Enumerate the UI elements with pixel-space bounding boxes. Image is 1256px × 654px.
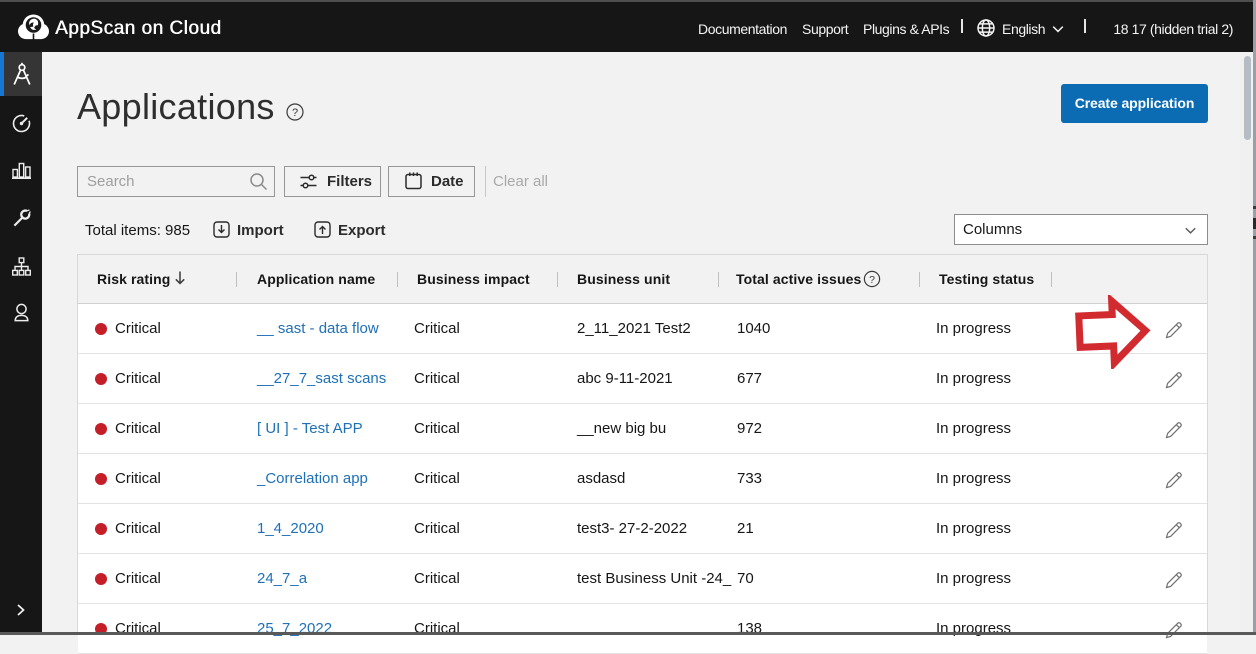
- svg-text:?: ?: [292, 107, 298, 119]
- svg-text:?: ?: [869, 274, 875, 286]
